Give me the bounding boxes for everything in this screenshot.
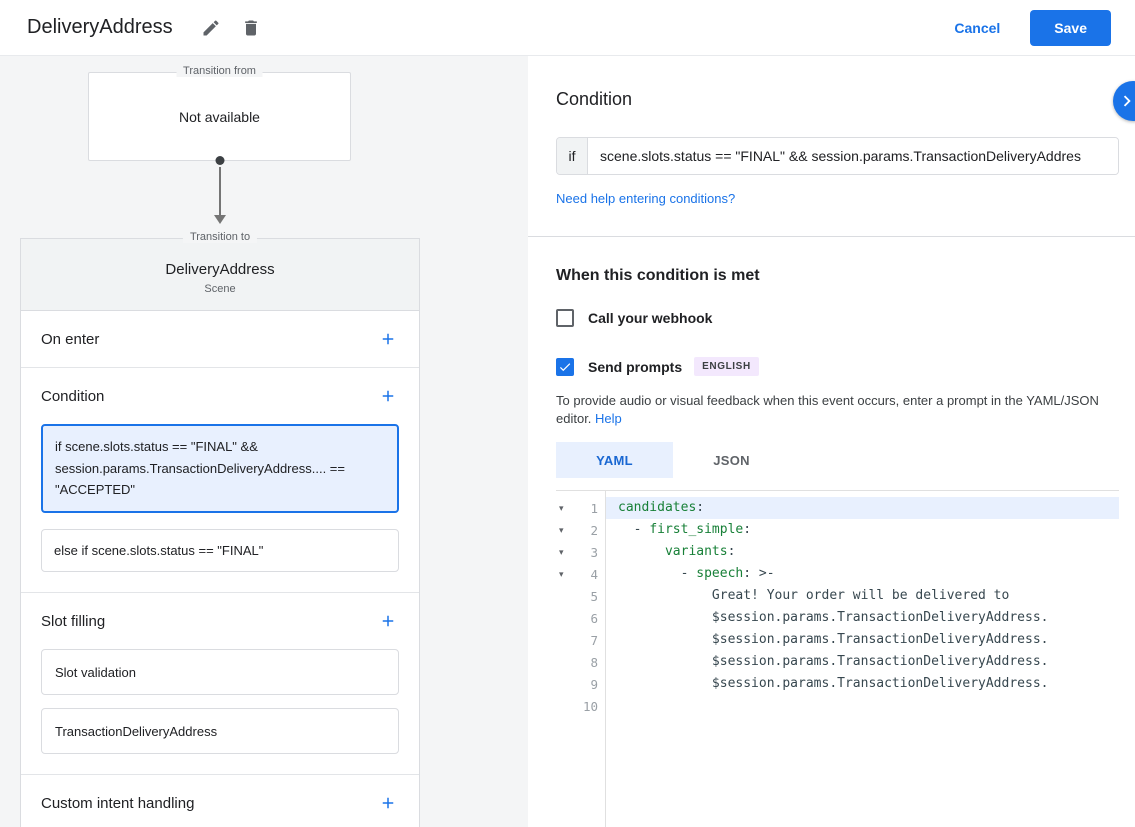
tab-json[interactable]: JSON [673, 442, 790, 478]
collapse-panel-button[interactable] [1113, 81, 1135, 121]
add-condition-button[interactable] [377, 385, 399, 407]
topbar: DeliveryAddress Cancel Save [0, 0, 1135, 56]
check-icon [558, 360, 572, 374]
help-link[interactable]: Help [595, 411, 622, 426]
code-line[interactable]: - speech: >- [606, 563, 1119, 585]
section-label-on-enter: On enter [41, 331, 99, 348]
webhook-checkbox-row[interactable]: Call your webhook [556, 309, 1135, 327]
if-label: if [557, 138, 588, 174]
fold-icon[interactable]: ▾ [556, 570, 575, 579]
page-title: DeliveryAddress [27, 16, 173, 39]
chevron-right-icon [1116, 90, 1135, 112]
delete-scene-button[interactable] [235, 12, 267, 44]
line-number: 1 [575, 501, 605, 516]
line-number: 4 [575, 567, 605, 582]
section-divider [528, 236, 1135, 237]
section-label-slot-filling: Slot filling [41, 613, 105, 630]
main-body: Transition from Not available Transition… [0, 56, 1135, 827]
slot-items: Slot validation TransactionDeliveryAddres… [21, 649, 419, 774]
line-number: 7 [575, 633, 605, 648]
transition-to-label: Transition to [183, 231, 257, 243]
save-button[interactable]: Save [1030, 10, 1111, 46]
code-line[interactable]: candidates: [606, 497, 1119, 519]
section-label-custom-intent: Custom intent handling [41, 795, 194, 812]
prompt-description-text: To provide audio or visual feedback when… [556, 393, 1099, 426]
line-number: 2 [575, 523, 605, 538]
add-slot-filling-button[interactable] [377, 610, 399, 632]
prompt-description: To provide audio or visual feedback when… [556, 392, 1106, 428]
condition-item[interactable]: if scene.slots.status == "FINAL" && sess… [41, 424, 399, 513]
language-badge: ENGLISH [694, 357, 759, 376]
editor-gutter: ▾1▾2▾3▾45678910 [556, 491, 606, 827]
code-line[interactable]: Great! Your order will be delivered to [606, 585, 1119, 607]
section-condition: Condition if scene.slots.status == "FINA… [21, 368, 419, 593]
scene-flow-panel: Transition from Not available Transition… [0, 56, 528, 827]
section-label-condition: Condition [41, 388, 104, 405]
webhook-label: Call your webhook [588, 310, 712, 326]
section-on-enter: On enter [21, 311, 419, 368]
line-number: 3 [575, 545, 605, 560]
trash-icon [241, 18, 261, 38]
scene-card: Transition to DeliveryAddress Scene On e… [20, 238, 420, 827]
webhook-checkbox[interactable] [556, 309, 574, 327]
slot-item[interactable]: Slot validation [41, 649, 399, 695]
section-slot-filling: Slot filling Slot validation TransactionD… [21, 593, 419, 775]
connector-dot [215, 156, 224, 165]
transition-from-label: Transition from [176, 65, 263, 77]
code-line[interactable]: - first_simple: [606, 519, 1119, 541]
plus-icon [379, 330, 397, 348]
fold-icon[interactable]: ▾ [556, 548, 575, 557]
line-number: 9 [575, 677, 605, 692]
send-prompts-checkbox-row[interactable]: Send prompts ENGLISH [556, 357, 1135, 376]
send-prompts-label: Send prompts [588, 359, 682, 375]
plus-icon [379, 387, 397, 405]
add-custom-intent-button[interactable] [377, 792, 399, 814]
code-line[interactable]: $session.params.TransactionDeliveryAddre… [606, 629, 1119, 651]
cancel-button[interactable]: Cancel [954, 20, 1000, 36]
tab-yaml[interactable]: YAML [556, 442, 673, 478]
transition-from-box[interactable]: Transition from Not available [88, 72, 351, 161]
flow-arrow-icon [0, 167, 528, 224]
editor-code: candidates: - first_simple: variants: - … [606, 491, 1119, 827]
yaml-editor[interactable]: ▾1▾2▾3▾45678910 candidates: - first_simp… [556, 490, 1119, 827]
fold-icon[interactable]: ▾ [556, 504, 575, 513]
condition-detail-panel: Condition if Need help entering conditio… [528, 56, 1135, 827]
line-number: 5 [575, 589, 605, 604]
scene-card-header[interactable]: DeliveryAddress Scene [21, 239, 419, 311]
when-condition-heading: When this condition is met [556, 267, 1135, 285]
app-window: DeliveryAddress Cancel Save Transition f… [0, 0, 1135, 827]
pencil-icon [201, 18, 221, 38]
line-number: 8 [575, 655, 605, 670]
plus-icon [379, 794, 397, 812]
line-number: 6 [575, 611, 605, 626]
condition-expression-row: if [556, 137, 1119, 175]
fold-icon[interactable]: ▾ [556, 526, 575, 535]
transition-from-value: Not available [179, 109, 260, 125]
scene-type: Scene [21, 283, 419, 295]
condition-item[interactable]: else if scene.slots.status == "FINAL" [41, 529, 399, 573]
condition-expression-input[interactable] [588, 138, 1118, 174]
edit-title-button[interactable] [195, 12, 227, 44]
editor-tabs: YAMLJSON [556, 442, 1135, 478]
condition-heading: Condition [556, 89, 1135, 110]
add-on-enter-button[interactable] [377, 328, 399, 350]
code-line[interactable]: variants: [606, 541, 1119, 563]
code-line[interactable]: $session.params.TransactionDeliveryAddre… [606, 607, 1119, 629]
slot-item[interactable]: TransactionDeliveryAddress [41, 708, 399, 754]
line-number: 10 [575, 699, 605, 714]
code-line[interactable]: $session.params.TransactionDeliveryAddre… [606, 673, 1119, 695]
send-prompts-checkbox[interactable] [556, 358, 574, 376]
condition-items: if scene.slots.status == "FINAL" && sess… [21, 424, 419, 592]
condition-help-link[interactable]: Need help entering conditions? [556, 191, 735, 206]
code-line[interactable]: $session.params.TransactionDeliveryAddre… [606, 651, 1119, 673]
code-line[interactable] [606, 695, 1119, 717]
scene-name: DeliveryAddress [21, 261, 419, 278]
section-custom-intent: Custom intent handling [21, 775, 419, 827]
plus-icon [379, 612, 397, 630]
